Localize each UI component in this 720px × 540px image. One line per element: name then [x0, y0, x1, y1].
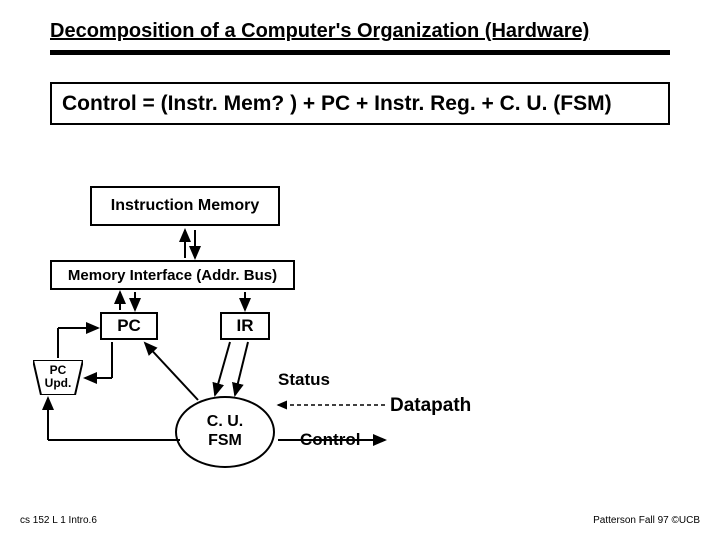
page-title: Decomposition of a Computer's Organizati… [50, 20, 589, 43]
cu-line2: FSM [208, 432, 242, 449]
pc-block: PC [100, 312, 158, 340]
title-underline [50, 50, 670, 55]
memory-interface-block: Memory Interface (Addr. Bus) [50, 260, 295, 290]
cu-line1: C. U. [207, 413, 243, 430]
datapath-label: Datapath [390, 395, 471, 417]
footer-right: Patterson Fall 97 ©UCB [593, 515, 700, 526]
pc-upd-line2: Upd. [45, 376, 72, 390]
control-label: Control [300, 430, 360, 450]
equation-box: Control = (Instr. Mem? ) + PC + Instr. R… [50, 82, 670, 125]
footer-left: cs 152 L 1 Intro.6 [20, 515, 97, 526]
instruction-memory-block: Instruction Memory [90, 186, 280, 226]
ir-block: IR [220, 312, 270, 340]
status-label: Status [278, 370, 330, 390]
control-unit-fsm-block: C. U. FSM [175, 396, 275, 468]
pc-update-block: PC Upd. [33, 360, 83, 395]
pc-upd-line1: PC [50, 363, 67, 377]
